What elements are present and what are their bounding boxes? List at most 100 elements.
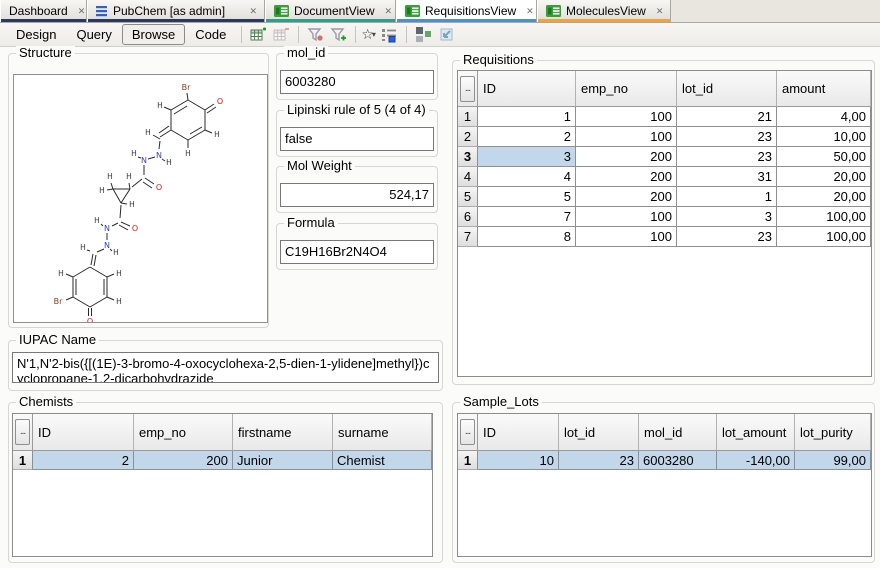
table-cell[interactable]: 100,00 [777,227,871,247]
column-header[interactable]: firstname [233,414,333,451]
column-header[interactable]: lot_purity [795,414,871,451]
row-number[interactable]: 4 [458,167,478,187]
table-cell-selected[interactable]: 23 [559,451,639,470]
saved-filters-icon[interactable] [380,25,399,44]
filter-add-icon[interactable] [329,25,348,44]
design-button[interactable]: Design [6,24,66,45]
column-header[interactable]: lot_amount [717,414,795,451]
dropdown-caret-icon[interactable]: ▾ [372,30,376,39]
table-cell[interactable]: 100 [576,207,677,227]
delete-record-icon[interactable] [272,25,291,44]
row-number[interactable]: 2 [458,127,478,147]
table-cell-selected[interactable]: 200 [134,451,233,470]
table-cell[interactable]: 4 [478,167,576,187]
table-cell[interactable]: 21 [677,107,777,127]
table-cell[interactable]: 100 [576,227,677,247]
table-cell-selected[interactable]: Junior [233,451,333,470]
table-cell[interactable]: 4,00 [777,107,871,127]
iupac-label: IUPAC Name [16,333,99,347]
table-cell[interactable]: 23 [677,147,777,167]
table-cell[interactable]: 23 [677,227,777,247]
tab-requisitionsview[interactable]: RequisitionsView ✕ [396,0,537,22]
svg-text:H: H [58,269,64,278]
column-header[interactable]: mol_id [639,414,717,451]
table-cell[interactable]: 5 [478,187,576,207]
close-icon[interactable]: ✕ [525,6,535,17]
column-header[interactable]: ID [33,414,134,451]
table-cell[interactable]: 200 [576,147,677,167]
column-header[interactable]: ID [478,71,576,107]
query-button[interactable]: Query [66,24,121,45]
close-icon[interactable]: ✕ [383,6,393,17]
table-corner-button[interactable]: ... [460,76,475,102]
table-cell[interactable]: 200 [576,167,677,187]
table-cell-selected[interactable]: 2 [33,451,134,470]
column-header[interactable]: emp_no [134,414,233,451]
row-number[interactable]: 1 [458,107,478,127]
row-number[interactable]: 3 [458,147,478,167]
table-cell-selected[interactable]: 99,00 [795,451,871,470]
table-corner-button[interactable]: ... [460,419,475,445]
svg-text:H: H [126,172,132,181]
table-cell-selected[interactable]: Chemist [333,451,432,470]
code-button[interactable]: Code [185,24,236,45]
close-icon[interactable]: ✕ [248,6,258,17]
table-cell-selected[interactable]: 6003280 [639,451,717,470]
table-cell[interactable]: 100 [576,127,677,147]
svg-text:H: H [99,186,105,195]
table-cell[interactable]: 3 [677,207,777,227]
close-icon[interactable]: ✕ [77,6,87,17]
table-cell-selected[interactable]: 3 [478,147,576,167]
filter-current-icon[interactable] [306,25,325,44]
table-cell[interactable]: 200 [576,187,677,207]
column-header[interactable]: surname [333,414,432,451]
table-cell[interactable]: 1 [677,187,777,207]
svg-text:H: H [107,172,113,181]
row-number[interactable]: 5 [458,187,478,207]
table-cell-selected[interactable]: -140,00 [717,451,795,470]
tab-dashboard[interactable]: Dashboard ✕ [0,0,87,22]
svg-text:H: H [214,130,220,139]
tab-moleculesview[interactable]: MoleculesView ✕ [537,0,671,22]
diagonal-resize-icon[interactable] [437,25,456,44]
table-cell[interactable]: 20,00 [777,167,871,187]
table-cell[interactable]: 8 [478,227,576,247]
tab-documentview[interactable]: DocumentView ✕ [265,0,396,22]
row-number[interactable]: 6 [458,207,478,227]
column-header[interactable]: ID [478,414,559,451]
browse-button[interactable]: Browse [122,24,185,45]
column-header[interactable]: emp_no [576,71,677,107]
mol-weight-label: Mol Weight [284,159,355,173]
column-header[interactable]: amount [777,71,871,107]
close-icon[interactable]: ✕ [655,6,665,17]
mol-weight-field[interactable]: 524,17 [280,183,434,207]
table-cell-selected[interactable]: 10 [478,451,559,470]
iupac-field[interactable]: N'1,N'2-bis({[(1E)-3-bromo-4-oxocyclohex… [12,352,439,383]
add-record-icon[interactable] [249,25,268,44]
table-cell[interactable]: 31 [677,167,777,187]
table-cell[interactable]: 23 [677,127,777,147]
column-header[interactable]: lot_id [677,71,777,107]
column-header[interactable]: lot_id [559,414,639,451]
mol-id-field[interactable]: 6003280 [280,70,434,94]
table-cell[interactable]: 100 [576,107,677,127]
table-cell[interactable]: 1 [478,107,576,127]
table-cell[interactable]: 20,00 [777,187,871,207]
row-number[interactable]: 1 [458,451,478,470]
table-cell[interactable]: 10,00 [777,127,871,147]
table-cell[interactable]: 50,00 [777,147,871,167]
table-cell[interactable]: 2 [478,127,576,147]
table-cell[interactable]: 7 [478,207,576,227]
tab-pubchem[interactable]: PubChem [as admin] ✕ [87,0,265,22]
row-number[interactable]: 1 [13,451,33,470]
svg-text:O: O [87,317,93,322]
lipinski-field[interactable]: false [280,127,434,151]
svg-text:N: N [104,224,110,233]
formula-field[interactable]: C19H16Br2N4O4 [280,240,434,264]
tab-underline [538,19,670,22]
layout-panels-icon[interactable] [414,25,433,44]
table-corner-button[interactable]: ... [15,419,30,445]
row-number[interactable]: 7 [458,227,478,247]
structure-viewer[interactable]: Br O H H H H N H N H O H H [13,74,268,323]
table-cell[interactable]: 100,00 [777,207,871,227]
